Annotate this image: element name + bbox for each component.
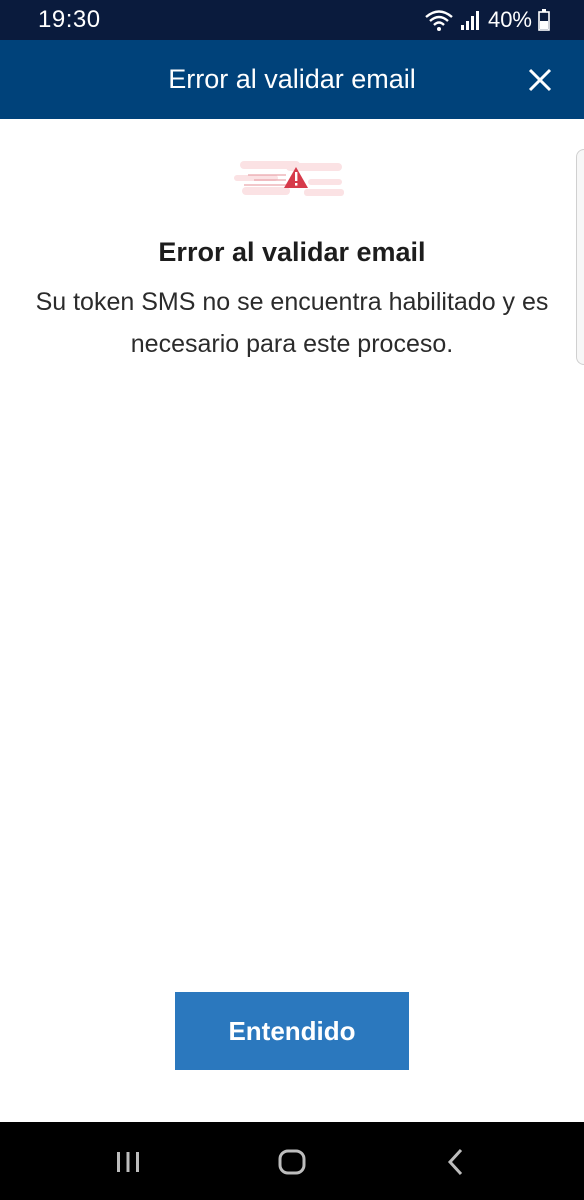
close-icon (524, 64, 556, 96)
battery-percent: 40% (487, 7, 532, 32)
close-button[interactable] (524, 64, 556, 96)
error-title: Error al validar email (158, 237, 426, 267)
status-bar: 19:30 40% (0, 0, 584, 40)
signal-icon (460, 9, 480, 31)
error-illustration (234, 155, 346, 203)
warning-icon (234, 161, 344, 196)
home-icon (272, 1142, 312, 1182)
back-button[interactable] (436, 1142, 476, 1182)
recent-apps-button[interactable] (108, 1142, 148, 1182)
content-area: Error al validar email Su token SMS no s… (0, 119, 584, 1122)
header-title: Error al validar email (168, 64, 416, 94)
error-message: Su token SMS no se encuentra habilitado … (35, 288, 549, 358)
status-icons: 40% (424, 6, 550, 34)
battery-icon (538, 9, 550, 31)
home-button[interactable] (272, 1142, 312, 1182)
back-icon (436, 1142, 476, 1182)
recent-apps-icon (108, 1142, 148, 1182)
wifi-icon (424, 8, 454, 32)
navigation-bar (0, 1122, 584, 1200)
app-header: Error al validar email (0, 40, 584, 119)
entendido-button[interactable]: Entendido (175, 992, 409, 1070)
status-time: 19:30 (38, 6, 101, 33)
